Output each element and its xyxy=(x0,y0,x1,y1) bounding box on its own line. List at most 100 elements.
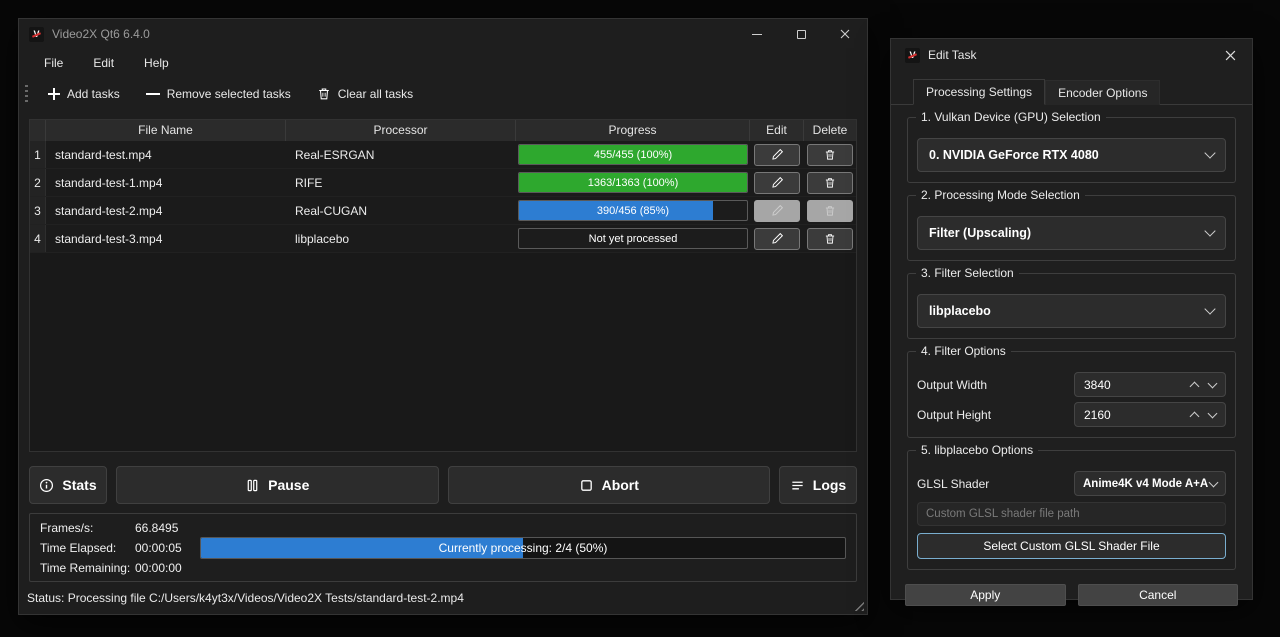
remove-selected-tasks-button[interactable]: Remove selected tasks xyxy=(138,82,299,106)
edit-button[interactable] xyxy=(754,144,800,166)
window-title: Video2X Qt6 6.4.0 xyxy=(52,27,150,41)
main-titlebar: V Video2X Qt6 6.4.0 xyxy=(19,19,867,49)
logs-button[interactable]: Logs xyxy=(779,466,857,504)
select-custom-shader-button[interactable]: Select Custom GLSL Shader File xyxy=(917,533,1226,559)
fps-label: Frames/s: xyxy=(40,521,135,535)
pencil-icon xyxy=(771,148,784,161)
close-button[interactable] xyxy=(823,19,867,49)
edit-button[interactable] xyxy=(754,228,800,250)
app-icon-letter: V xyxy=(33,29,39,39)
abort-button[interactable]: Abort xyxy=(448,466,771,504)
apply-button[interactable]: Apply xyxy=(905,584,1066,606)
pause-button[interactable]: Pause xyxy=(116,466,439,504)
close-icon xyxy=(840,29,850,39)
minimize-icon xyxy=(752,34,762,35)
table-row[interactable]: 3 standard-test-2.mp4 Real-CUGAN 390/456… xyxy=(30,197,856,225)
add-tasks-button[interactable]: Add tasks xyxy=(40,82,128,106)
gpu-select[interactable]: 0. NVIDIA GeForce RTX 4080 xyxy=(917,138,1226,172)
menu-edit[interactable]: Edit xyxy=(78,51,129,75)
table-row[interactable]: 1 standard-test.mp4 Real-ESRGAN 455/455 … xyxy=(30,141,856,169)
cell-edit xyxy=(750,197,804,224)
output-width-stepper[interactable]: 3840 xyxy=(1074,372,1226,397)
edit-button[interactable] xyxy=(754,172,800,194)
cell-file-name: standard-test-1.mp4 xyxy=(46,169,286,196)
output-height-row: Output Height 2160 xyxy=(917,402,1226,427)
cell-processor: Real-CUGAN xyxy=(286,197,516,224)
tab-processing-settings[interactable]: Processing Settings xyxy=(913,79,1045,105)
pencil-icon xyxy=(771,204,784,217)
maximize-icon xyxy=(797,30,806,39)
app-icon: V xyxy=(29,27,44,42)
chevron-down-icon xyxy=(1204,225,1215,236)
delete-button[interactable] xyxy=(807,144,853,166)
row-number: 1 xyxy=(30,141,46,168)
delete-button[interactable] xyxy=(807,228,853,250)
chevron-up-icon[interactable] xyxy=(1190,381,1200,391)
table-row[interactable]: 4 standard-test-3.mp4 libplacebo Not yet… xyxy=(30,225,856,253)
trash-icon xyxy=(824,233,836,245)
table-row[interactable]: 2 standard-test-1.mp4 RIFE 1363/1363 (10… xyxy=(30,169,856,197)
progress-label: 455/455 (100%) xyxy=(519,145,747,165)
cell-processor: libplacebo xyxy=(286,225,516,252)
pencil-icon xyxy=(771,232,784,245)
clear-all-tasks-button[interactable]: Clear all tasks xyxy=(309,82,421,106)
header-progress[interactable]: Progress xyxy=(516,120,750,141)
progress-bar: 390/456 (85%) xyxy=(518,200,748,221)
filter-select[interactable]: libplacebo xyxy=(917,294,1226,328)
glsl-shader-select[interactable]: Anime4K v4 Mode A+A xyxy=(1074,471,1226,496)
chevron-down-icon xyxy=(1204,147,1215,158)
gpu-select-value: 0. NVIDIA GeForce RTX 4080 xyxy=(929,148,1099,162)
maximize-button[interactable] xyxy=(779,19,823,49)
menu-file[interactable]: File xyxy=(29,51,78,75)
fps-value: 66.8495 xyxy=(135,521,190,535)
chevron-down-icon[interactable] xyxy=(1208,378,1218,388)
metrics: Frames/s: 66.8495 Time Elapsed: 00:00:05… xyxy=(40,521,190,575)
cell-file-name: standard-test-3.mp4 xyxy=(46,225,286,252)
status-text: Status: Processing file C:/Users/k4yt3x/… xyxy=(27,591,464,605)
header-file-name[interactable]: File Name xyxy=(46,120,286,141)
trash-icon xyxy=(824,205,836,217)
stats-label: Stats xyxy=(62,477,96,493)
mode-group-legend: 2. Processing Mode Selection xyxy=(916,188,1085,202)
dialog-title: Edit Task xyxy=(928,48,976,62)
minimize-button[interactable] xyxy=(735,19,779,49)
menu-help[interactable]: Help xyxy=(129,51,184,75)
chevron-up-icon[interactable] xyxy=(1190,411,1200,421)
header-delete[interactable]: Delete xyxy=(804,120,856,141)
filter-select-value: libplacebo xyxy=(929,304,991,318)
gpu-group-legend: 1. Vulkan Device (GPU) Selection xyxy=(916,110,1106,124)
edit-task-dialog: V Edit Task Processing Settings Encoder … xyxy=(890,38,1253,600)
cell-file-name: standard-test.mp4 xyxy=(46,141,286,168)
toolbar-drag-handle[interactable] xyxy=(25,85,28,103)
header-edit[interactable]: Edit xyxy=(750,120,804,141)
dialog-tabbar: Processing Settings Encoder Options xyxy=(891,79,1252,105)
filter-options-group: 4. Filter Options Output Width 3840 Outp… xyxy=(907,351,1236,438)
filter-group-legend: 3. Filter Selection xyxy=(916,266,1019,280)
cell-progress: Not yet processed xyxy=(516,225,750,252)
progress-bar: 1363/1363 (100%) xyxy=(518,172,748,193)
processing-mode-select[interactable]: Filter (Upscaling) xyxy=(917,216,1226,250)
stats-button[interactable]: Stats xyxy=(29,466,107,504)
resize-grip[interactable] xyxy=(853,600,864,611)
cell-delete xyxy=(804,197,856,224)
trash-icon xyxy=(824,149,836,161)
toolbar: Add tasks Remove selected tasks Clear al… xyxy=(19,77,867,111)
filter-selection-group: 3. Filter Selection libplacebo xyxy=(907,273,1236,339)
cancel-button[interactable]: Cancel xyxy=(1078,584,1239,606)
progress-bar: Not yet processed xyxy=(518,228,748,249)
libplacebo-options-group: 5. libplacebo Options GLSL Shader Anime4… xyxy=(907,450,1236,570)
custom-shader-path-input[interactable] xyxy=(917,502,1226,526)
desktop: V Video2X Qt6 6.4.0 File Edit Help Add t… xyxy=(0,0,1280,637)
output-height-stepper[interactable]: 2160 xyxy=(1074,402,1226,427)
stepper-arrows xyxy=(1191,380,1216,390)
delete-button[interactable] xyxy=(807,172,853,194)
dialog-close-button[interactable] xyxy=(1208,39,1252,71)
tab-encoder-options[interactable]: Encoder Options xyxy=(1045,80,1160,105)
glsl-shader-label: GLSL Shader xyxy=(917,477,989,491)
close-icon xyxy=(1225,50,1236,61)
overall-progress-label: Currently processing: 2/4 (50%) xyxy=(201,538,845,558)
chevron-down-icon[interactable] xyxy=(1208,408,1218,418)
edit-button-disabled xyxy=(754,200,800,222)
stepper-arrows xyxy=(1191,410,1216,420)
header-processor[interactable]: Processor xyxy=(286,120,516,141)
